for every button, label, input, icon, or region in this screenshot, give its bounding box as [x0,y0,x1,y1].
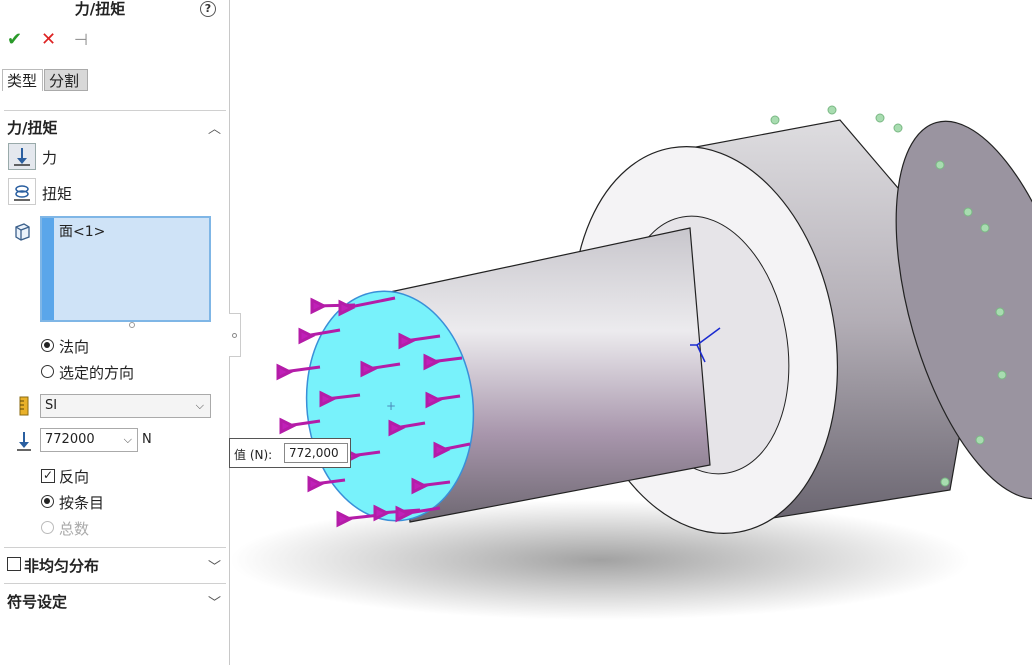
force-value-callout[interactable]: 值 (N): 772,000 [229,438,351,468]
face-selection-icon [15,223,30,241]
chevron-up-icon[interactable]: ︿ [208,118,221,137]
callout-label: 值 (N): [234,448,273,462]
callout-value-input[interactable]: 772,000 [284,443,348,463]
reverse-checkbox[interactable]: ✓ [41,469,55,483]
selected-direction-label[interactable]: 选定的方向 [59,362,134,383]
tab-type[interactable]: 类型 [2,69,43,91]
normal-radio[interactable] [41,339,54,352]
cancel-button[interactable]: ✕ [41,30,56,50]
tab-split[interactable]: 分割 [44,69,88,91]
nonuniform-section-title[interactable]: 非均匀分布 [24,555,99,576]
center-mark: + [386,399,396,413]
total-radio [41,521,54,534]
panel-title: 力/扭矩 [74,0,126,18]
force-value-icon [17,432,31,451]
force-arrow-icon [14,148,30,166]
unit-system-value: SI [45,398,58,413]
reverse-label[interactable]: 反向 [59,466,89,487]
torque-button[interactable] [8,178,36,205]
force-value-text: 772000 [45,432,95,447]
graphics-viewport[interactable]: + [231,0,1032,665]
chevron-down-icon: ⌵ [195,399,204,412]
check-icon: ✔ [7,29,23,50]
nonuniform-checkbox[interactable] [7,557,21,571]
force-torque-section-title[interactable]: 力/扭矩 [7,117,57,138]
force-label[interactable]: 力 [42,147,57,168]
selected-direction-radio[interactable] [41,365,54,378]
chevron-down-icon: ⌵ [123,433,132,446]
resize-grip[interactable] [129,322,135,328]
ruler-icon [19,396,29,416]
chevron-down-icon[interactable]: ﹀ [208,592,221,611]
selected-face-item[interactable]: 面<1> [59,221,105,241]
chevron-down-icon[interactable]: ﹀ [208,556,221,575]
force-button[interactable] [8,143,36,170]
force-unit-label: N [142,432,152,447]
help-icon[interactable]: ? [200,1,216,17]
close-icon: ✕ [41,29,57,50]
selection-accent-bar [42,218,54,320]
face-selection-box[interactable]: 面<1> [40,216,211,322]
total-label: 总数 [59,520,90,538]
pushpin-icon: ⊣ [74,30,88,49]
normal-label[interactable]: 法向 [59,336,89,357]
symbol-settings-title[interactable]: 符号设定 [7,591,67,612]
per-item-label[interactable]: 按条目 [59,492,104,513]
property-manager-panel: 力/扭矩 ? ✔ ✕ ⊣ 类型 分割 力/扭矩 ︿ 力 扭矩 面<1> 法向 选… [0,0,230,665]
torque-icon [14,185,30,201]
shaft-model: + [231,105,1032,620]
per-item-radio[interactable] [41,495,54,508]
divider [4,110,226,111]
divider [4,583,226,584]
ok-button[interactable]: ✔ [7,30,22,50]
force-value-input[interactable]: 772000 ⌵ [40,428,138,452]
torque-label[interactable]: 扭矩 [42,183,72,204]
pin-button[interactable]: ⊣ [74,30,88,50]
divider [4,547,226,548]
unit-system-dropdown[interactable]: SI ⌵ [40,394,211,418]
